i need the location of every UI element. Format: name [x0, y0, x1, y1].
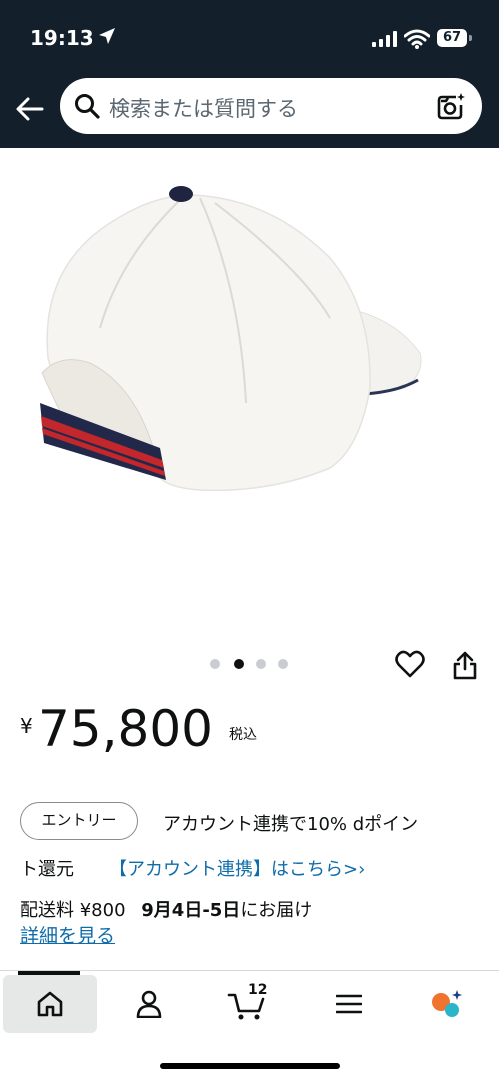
status-bar: 19:13 67 — [0, 0, 499, 72]
pagination-dot[interactable] — [210, 659, 220, 669]
home-icon — [37, 991, 63, 1017]
location-arrow-icon — [99, 28, 115, 44]
delivery-info: 配送料 ¥800 9月4日-5日にお届け — [20, 896, 312, 922]
battery-tip — [469, 35, 472, 41]
search-icon — [75, 94, 100, 119]
user-icon — [136, 990, 162, 1018]
search-placeholder: 検索または質問する — [109, 97, 298, 121]
currency-symbol: ¥ — [20, 714, 33, 738]
tax-label: 税込 — [229, 727, 257, 743]
account-link[interactable]: 【アカウント連携】はこちら>› — [109, 855, 365, 881]
nav-bar: 検索または質問する — [0, 72, 499, 148]
tab-menu[interactable] — [302, 975, 396, 1033]
ai-assistant-icon — [432, 990, 462, 1017]
tab-home[interactable] — [3, 975, 97, 1033]
promo-text: アカウント連携で10% dポイン — [163, 814, 419, 835]
delivery-suffix: にお届け — [240, 900, 313, 921]
wifi-icon — [404, 29, 430, 49]
entry-button[interactable]: エントリー — [20, 802, 138, 840]
back-arrow-icon[interactable] — [14, 93, 46, 125]
status-time: 19:13 — [30, 26, 94, 50]
tab-ai-assistant[interactable] — [400, 975, 494, 1033]
tab-cart[interactable]: 12 — [200, 975, 294, 1033]
product-image[interactable] — [0, 148, 499, 624]
delivery-date: 9月4日-5日 — [141, 900, 241, 921]
heart-icon[interactable] — [395, 650, 425, 678]
camera-lens-icon[interactable] — [436, 92, 466, 122]
price-value: 75,800 — [38, 700, 213, 758]
cap-image — [40, 186, 422, 492]
pagination-dot[interactable] — [256, 659, 266, 669]
search-input[interactable]: 検索または質問する — [60, 78, 482, 134]
tab-bar: 12 — [0, 970, 499, 1080]
home-indicator — [160, 1063, 340, 1069]
shipping-fee: 配送料 ¥800 — [20, 900, 126, 921]
promo-text-continued: ト還元 — [20, 859, 74, 880]
battery-indicator: 67 — [437, 29, 467, 47]
share-icon[interactable] — [452, 650, 478, 680]
pagination-dot-active[interactable] — [234, 659, 244, 669]
hamburger-menu-icon — [336, 994, 362, 1014]
tab-account[interactable] — [102, 975, 196, 1033]
details-link[interactable]: 詳細を見る — [20, 921, 115, 948]
signal-icon — [372, 31, 397, 47]
pagination-dot[interactable] — [278, 659, 288, 669]
cart-count-badge: 12 — [248, 982, 268, 998]
